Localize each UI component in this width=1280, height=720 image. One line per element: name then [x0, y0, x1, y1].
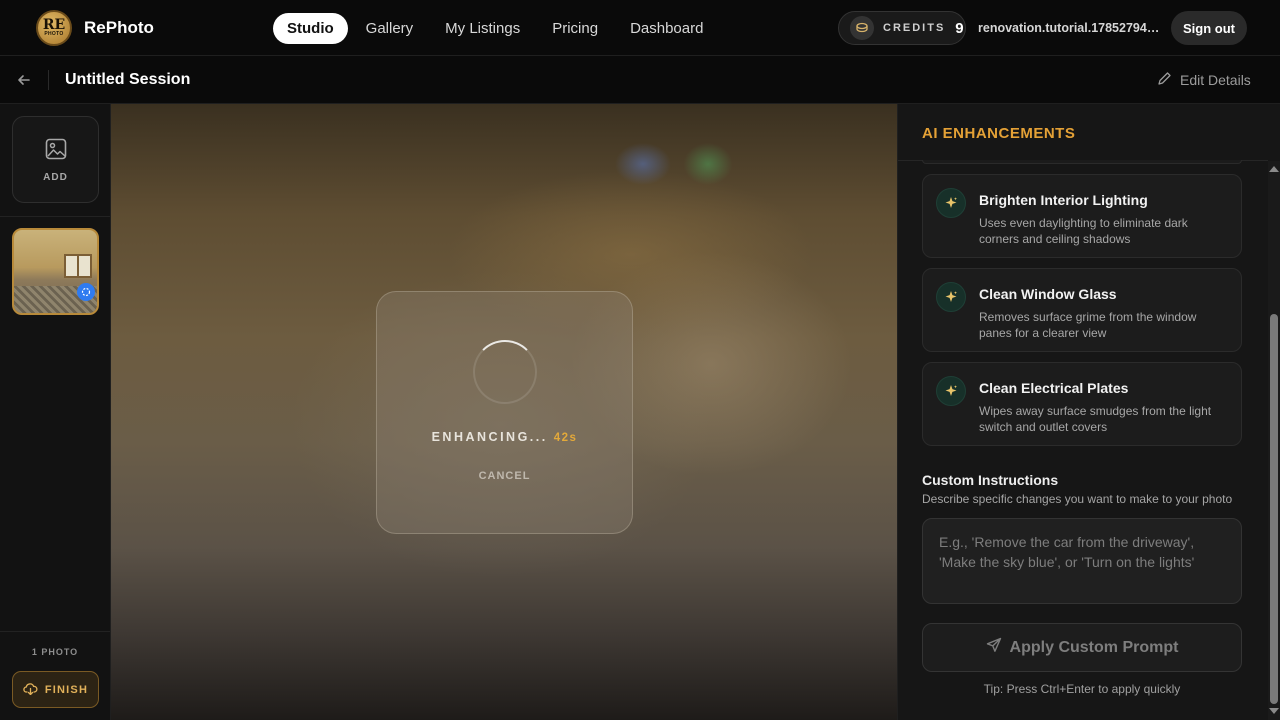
main-nav: Studio Gallery My Listings Pricing Dashb… [273, 13, 717, 44]
nav-gallery[interactable]: Gallery [352, 13, 428, 44]
enhancing-overlay: ENHANCING... 42s CANCEL [376, 291, 633, 534]
top-navigation-bar: RE PHOTO RePhoto Studio Gallery My Listi… [0, 0, 1280, 56]
back-arrow-icon[interactable] [16, 72, 32, 88]
enhancing-status: ENHANCING... 42s [377, 430, 632, 444]
header-divider [48, 70, 49, 90]
credits-badge[interactable]: CREDITS 9 [838, 11, 966, 45]
rephoto-logo[interactable]: RE PHOTO [36, 10, 72, 46]
coins-icon [850, 16, 874, 40]
scroll-up-icon[interactable] [1269, 166, 1279, 172]
photo-thumbnail[interactable] [12, 228, 99, 315]
enhancing-label: ENHANCING... [431, 430, 548, 444]
photo-sidebar: ADD 1 PHOTO FINISH [0, 104, 111, 720]
nav-dashboard[interactable]: Dashboard [616, 13, 717, 44]
photo-count: 1 PHOTO [31, 647, 79, 657]
nav-my-listings[interactable]: My Listings [431, 13, 534, 44]
session-title: Untitled Session [65, 71, 191, 88]
finish-label: FINISH [44, 683, 89, 696]
shortcut-tip: Tip: Press Ctrl+Enter to apply quickly [983, 682, 1181, 696]
scroll-down-icon[interactable] [1269, 708, 1279, 714]
edit-details-button[interactable]: Edit Details [1157, 71, 1251, 89]
custom-instructions-input[interactable] [922, 518, 1242, 604]
brand-name[interactable]: RePhoto [84, 18, 154, 38]
logo-text: RE [42, 17, 66, 33]
processing-spinner-icon [77, 283, 95, 301]
enhancement-card[interactable]: Clean Window Glass Removes surface grime… [922, 268, 1242, 352]
custom-instructions-subtitle: Describe specific changes you want to ma… [922, 492, 1233, 506]
loading-spinner-icon [473, 340, 537, 404]
enhancements-title: AI ENHANCEMENTS [922, 125, 1076, 142]
pencil-icon [1157, 71, 1172, 89]
add-photo-button[interactable]: ADD [12, 116, 99, 203]
photo-canvas: ENHANCING... 42s CANCEL [111, 104, 897, 720]
enhancement-card-partial[interactable] [922, 160, 1242, 164]
session-header: Untitled Session Edit Details [0, 56, 1280, 104]
enhancement-card[interactable]: Clean Electrical Plates Wipes away surfa… [922, 362, 1242, 446]
apply-custom-prompt-button[interactable]: Apply Custom Prompt [922, 623, 1242, 672]
nav-studio[interactable]: Studio [273, 13, 348, 44]
sparkle-icon [936, 376, 966, 406]
thumbnail-window [64, 254, 92, 278]
nav-pricing[interactable]: Pricing [538, 13, 612, 44]
enhancement-title: Clean Electrical Plates [979, 380, 1129, 396]
cloud-download-icon [23, 682, 38, 698]
enhancement-title: Clean Window Glass [979, 286, 1117, 302]
enhancement-description: Wipes away surface smudges from the ligh… [979, 404, 1212, 434]
add-label: ADD [43, 171, 68, 183]
credits-label: CREDITS [883, 22, 946, 34]
image-icon [44, 137, 68, 164]
edit-details-label: Edit Details [1180, 72, 1251, 88]
enhancement-description: Removes surface grime from the window pa… [979, 310, 1197, 340]
cancel-button[interactable]: CANCEL [377, 470, 632, 482]
enhancement-description: Uses even daylighting to eliminate dark … [979, 216, 1188, 246]
enhancement-title: Brighten Interior Lighting [979, 192, 1148, 208]
enhancing-timer: 42s [553, 432, 578, 444]
send-icon [986, 637, 1002, 658]
apply-custom-prompt-label: Apply Custom Prompt [1009, 638, 1179, 656]
scrollbar-thumb[interactable] [1270, 314, 1278, 704]
custom-instructions-title: Custom Instructions [922, 472, 1059, 488]
enhancements-panel: AI ENHANCEMENTS Brighten Interior Lighti… [897, 104, 1280, 720]
sparkle-icon [936, 188, 966, 218]
enhancement-card[interactable]: Brighten Interior Lighting Uses even day… [922, 174, 1242, 258]
sign-out-button[interactable]: Sign out [1171, 11, 1247, 45]
logo-subtext: PHOTO [44, 31, 64, 37]
sidebar-divider [0, 216, 110, 217]
sidebar-footer-divider [0, 631, 110, 632]
credits-count: 9 [955, 19, 964, 37]
finish-button[interactable]: FINISH [12, 671, 99, 708]
user-email[interactable]: renovation.tutorial.1785279469... [978, 21, 1160, 35]
sparkle-icon [936, 282, 966, 312]
